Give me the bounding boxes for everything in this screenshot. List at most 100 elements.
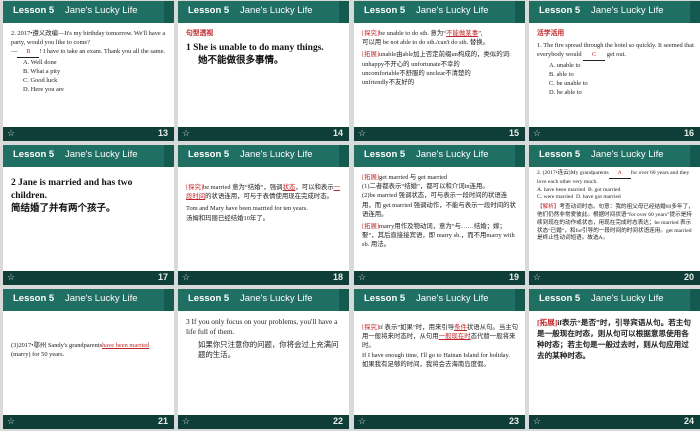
text: unfriendly不友好的 bbox=[362, 79, 415, 87]
lesson-title: Jane's Lucky Life bbox=[65, 5, 138, 16]
answer-blank: B bbox=[17, 47, 40, 58]
question-text: (3)2017•鄂州 Sandy's grandparents bbox=[11, 342, 103, 349]
slide-body: 2 Jane is married and has two children. … bbox=[11, 173, 168, 269]
header-tab bbox=[515, 1, 525, 23]
slide-number: 15 bbox=[508, 128, 519, 138]
slide-body: [探究]be unable to do sth. 意为“不能做某事”, 可以用 … bbox=[362, 29, 519, 125]
slide-number: 19 bbox=[508, 272, 519, 282]
text: if表示“是否”时，引导宾语从句。若主句是一般现在时态，则从句可以根据意思使用各… bbox=[537, 318, 691, 360]
slide-body: 2. 2017•遵义改编—It's my birthday tomorrow. … bbox=[11, 29, 168, 125]
slide-footer: ☆ 21 bbox=[3, 415, 174, 429]
header-tab bbox=[164, 1, 174, 23]
lesson-title: Jane's Lucky Life bbox=[591, 293, 664, 304]
header-tab bbox=[339, 1, 349, 23]
option-a: A. unable to bbox=[549, 61, 581, 69]
slide-footer: ☆ 14 bbox=[178, 127, 349, 141]
slide-number: 17 bbox=[157, 272, 168, 282]
slide-number: 20 bbox=[683, 272, 694, 282]
sentence-cn: 简结婚了并有两个孩子。 bbox=[11, 204, 116, 214]
text: 可以用 be not able to do sth./can't do sth.… bbox=[362, 39, 489, 47]
lesson-label: Lesson 5 bbox=[13, 149, 55, 160]
slide-thumbnail-14[interactable]: Lesson 5 Jane's Lucky Life 句型透视 1 She is … bbox=[178, 1, 349, 141]
slide-thumbnail-15[interactable]: Lesson 5 Jane's Lucky Life [探究]be unable … bbox=[354, 1, 525, 141]
slide-number: 16 bbox=[683, 128, 694, 138]
lesson-label: Lesson 5 bbox=[364, 5, 406, 16]
slide-number: 22 bbox=[332, 416, 343, 426]
slide-body: (3)2017•鄂州 Sandy's grandparentshave been… bbox=[11, 317, 168, 413]
text: (1)二者都表示“结婚”，都可以和介词in连用。 bbox=[362, 183, 489, 191]
slide-thumbnail-17[interactable]: Lesson 5 Jane's Lucky Life 2 Jane is marr… bbox=[3, 145, 174, 285]
option-a: A. Well done bbox=[23, 58, 57, 66]
slide-thumbnail-grid: Lesson 5 Jane's Lucky Life 2. 2017•遵义改编—I… bbox=[0, 0, 700, 431]
text: (2)be married 强调状态，可与表示一段时间的状语连用，而 get m… bbox=[362, 192, 516, 218]
slide-body: 3 If you only focus on your problems, yo… bbox=[186, 317, 343, 413]
star-icon: ☆ bbox=[358, 416, 367, 426]
text: be unable to do sth. 意为“ bbox=[379, 30, 447, 37]
text: ”, bbox=[478, 30, 483, 37]
slide-number: 23 bbox=[508, 416, 519, 426]
slide-thumbnail-20[interactable]: Lesson 5 Jane's Lucky Life 2. (2017•连云)My… bbox=[529, 145, 700, 285]
slide-thumbnail-13[interactable]: Lesson 5 Jane's Lucky Life 2. 2017•遵义改编—I… bbox=[3, 1, 174, 141]
text: 的状语连用，可与于表情使用现在完成时态。 bbox=[205, 193, 333, 201]
lesson-label: Lesson 5 bbox=[13, 5, 55, 16]
slide-body: [探究]be married 意为“结婚”，强调状态，可以和表示一段时间的状语连… bbox=[186, 173, 343, 269]
slide-footer: ☆ 20 bbox=[529, 271, 700, 285]
header-tab bbox=[690, 1, 700, 23]
star-icon: ☆ bbox=[7, 128, 16, 138]
option-c: C. be unable to bbox=[549, 80, 588, 88]
star-icon: ☆ bbox=[533, 272, 542, 282]
lesson-title: Jane's Lucky Life bbox=[65, 293, 138, 304]
answer-blank: C bbox=[583, 50, 606, 61]
slide-number: 18 bbox=[332, 272, 343, 282]
slide-thumbnail-23[interactable]: Lesson 5 Jane's Lucky Life [探究]if 表示“如果”时… bbox=[354, 289, 525, 429]
text: unhappy不开心的 unfortunate不幸的 bbox=[362, 60, 460, 68]
example-cn: 如果我有足够的时间，我将会去海南岛度假。 bbox=[362, 360, 490, 368]
example-en: If I have enough time, I'll go to Hainan… bbox=[362, 351, 510, 359]
slide-number: 21 bbox=[157, 416, 168, 426]
lesson-label: Lesson 5 bbox=[539, 5, 581, 16]
slide-thumbnail-18[interactable]: Lesson 5 Jane's Lucky Life [探究]be married… bbox=[178, 145, 349, 285]
answer-blank: 不能做某事 bbox=[446, 30, 479, 37]
explore-tag: [探究] bbox=[362, 324, 380, 331]
lesson-label: Lesson 5 bbox=[539, 149, 581, 160]
text: be married 意为“结婚”，强调 bbox=[203, 184, 283, 191]
question-text-2: get out. bbox=[606, 51, 626, 59]
lesson-title: Jane's Lucky Life bbox=[416, 5, 489, 16]
slide-body: 活学活用 1. The fire spread through the hote… bbox=[537, 29, 694, 125]
slide-number: 14 bbox=[332, 128, 343, 138]
star-icon: ☆ bbox=[358, 272, 367, 282]
text: get married 与 get married bbox=[379, 174, 448, 181]
slide-thumbnail-19[interactable]: Lesson 5 Jane's Lucky Life [拓展]get marrie… bbox=[354, 145, 525, 285]
slide-footer: ☆ 15 bbox=[354, 127, 525, 141]
star-icon: ☆ bbox=[533, 416, 542, 426]
header-tab bbox=[690, 289, 700, 311]
sentence-en: 2 Jane is married and has two children. bbox=[11, 178, 133, 201]
answer-blank-1: 状态 bbox=[282, 184, 296, 191]
option-b: B. able to bbox=[549, 70, 574, 78]
answer-blank: have been married bbox=[102, 342, 150, 349]
slide-footer: ☆ 16 bbox=[529, 127, 700, 141]
lesson-label: Lesson 5 bbox=[188, 293, 230, 304]
answer-blank-1: 条件 bbox=[454, 324, 467, 331]
slide-number: 13 bbox=[157, 128, 168, 138]
slide-thumbnail-21[interactable]: Lesson 5 Jane's Lucky Life (3)2017•鄂州 San… bbox=[3, 289, 174, 429]
option-b: B. got married bbox=[587, 186, 621, 193]
slide-footer: ☆ 22 bbox=[178, 415, 349, 429]
slide-header: Lesson 5 Jane's Lucky Life bbox=[3, 145, 174, 167]
option-a: A. have been married bbox=[537, 186, 586, 193]
slide-header: Lesson 5 Jane's Lucky Life bbox=[3, 289, 174, 311]
star-icon: ☆ bbox=[182, 128, 191, 138]
slide-header: Lesson 5 Jane's Lucky Life bbox=[178, 145, 349, 167]
option-d: D. be able to bbox=[549, 89, 582, 97]
sentence-en: 1 She is unable to do many things. bbox=[186, 43, 324, 54]
slide-body: 句型透视 1 She is unable to do many things. … bbox=[186, 29, 343, 125]
slide-header: Lesson 5 Jane's Lucky Life bbox=[354, 289, 525, 311]
slide-body: 2. (2017•连云)My grandparents Afor over 60 … bbox=[537, 170, 694, 269]
slide-thumbnail-22[interactable]: Lesson 5 Jane's Lucky Life 3 If you only … bbox=[178, 289, 349, 429]
slide-thumbnail-24[interactable]: Lesson 5 Jane's Lucky Life [拓展]if表示“是否”时，… bbox=[529, 289, 700, 429]
header-tab bbox=[164, 145, 174, 167]
slide-thumbnail-16[interactable]: Lesson 5 Jane's Lucky Life 活学活用 1. The fi… bbox=[529, 1, 700, 141]
slide-footer: ☆ 19 bbox=[354, 271, 525, 285]
slide-body: [拓展]get married 与 get married (1)二者都表示“结… bbox=[362, 173, 519, 269]
lesson-label: Lesson 5 bbox=[13, 293, 55, 304]
